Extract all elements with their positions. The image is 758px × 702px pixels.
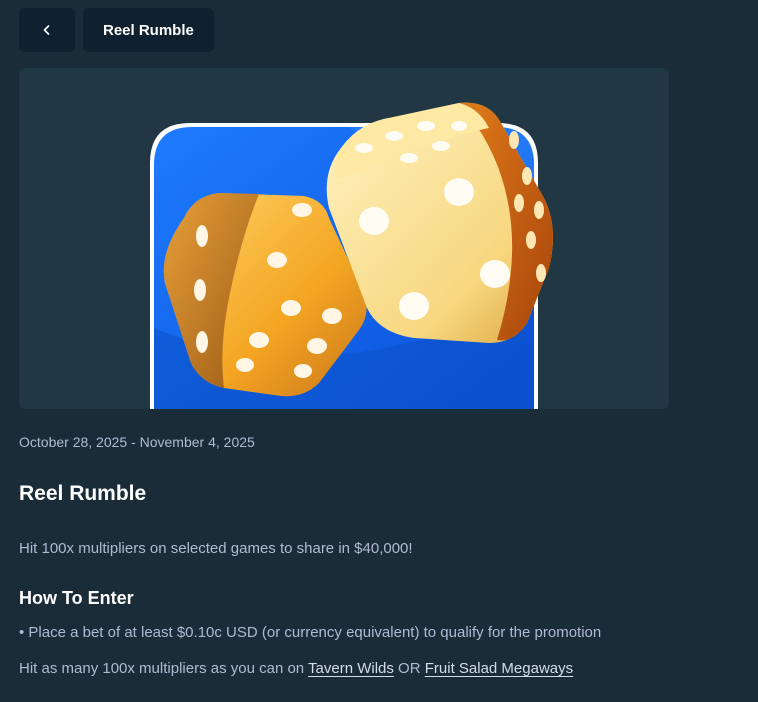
back-button[interactable]	[19, 8, 75, 52]
games-separator: OR	[393, 660, 425, 677]
promotion-title-tab[interactable]: Reel Rumble	[83, 8, 214, 52]
game-link-fruit-salad-megaways[interactable]: Fruit Salad Megaways	[425, 660, 573, 677]
promotion-title: Reel Rumble	[19, 482, 147, 505]
eligible-games-prefix: Hit as many 100x multipliers as you can …	[19, 660, 309, 677]
chevron-left-icon	[43, 25, 50, 35]
game-link-tavern-wilds[interactable]: Tavern Wilds	[308, 660, 394, 677]
how-to-enter-heading: How To Enter	[19, 588, 134, 608]
golden-dice-illustration	[150, 102, 553, 409]
top-bar: Reel Rumble	[19, 8, 214, 52]
promotion-banner	[19, 68, 669, 409]
promotion-description: Hit 100x multipliers on selected games t…	[19, 540, 413, 557]
promotion-page: Reel Rumble October 28, 2025 - November …	[0, 0, 758, 702]
promotion-dates: October 28, 2025 - November 4, 2025	[19, 434, 255, 450]
eligible-games-line: Hit as many 100x multipliers as you can …	[19, 660, 573, 677]
entry-requirement: • Place a bet of at least $0.10c USD (or…	[19, 624, 602, 641]
